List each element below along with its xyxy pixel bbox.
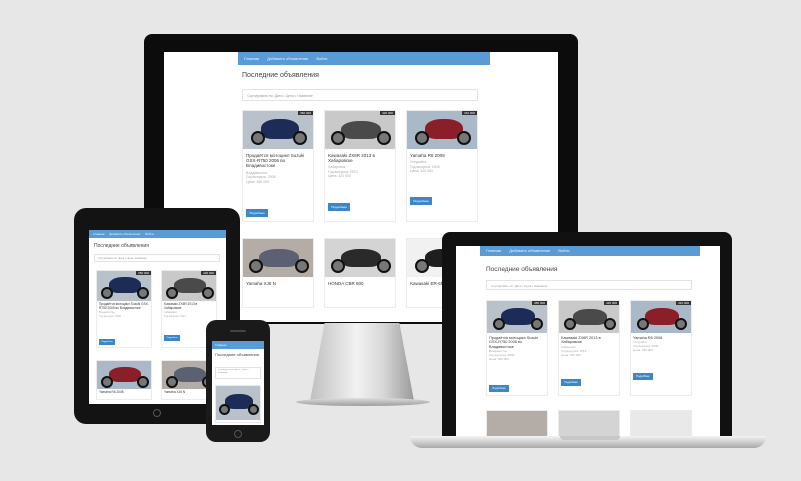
- listing-title[interactable]: Продаётся мотоцикл Suzuki GSX-R750 2006 …: [487, 333, 547, 350]
- phone-home-button[interactable]: [234, 430, 242, 438]
- listing-card[interactable]: 350 000 Продаётся мотоцикл Suzuki GSX-R7…: [242, 110, 314, 222]
- details-button[interactable]: Подробнее: [489, 385, 509, 392]
- listing-title[interactable]: Kawasaki ZX6R 2013 в Хабаровске: [162, 301, 216, 311]
- sort-filter[interactable]: Сортировать по: Дата • Цена • Название: [486, 280, 692, 290]
- listing-card[interactable]: [215, 385, 261, 423]
- nav-login[interactable]: Войти: [145, 232, 153, 236]
- nav-add-listing[interactable]: Добавить объявление: [267, 56, 308, 61]
- listing-card[interactable]: 310 000 Yamaha R6 2008 Уссурийск Год вып…: [630, 300, 692, 396]
- phone-speaker: [230, 330, 246, 332]
- nav-home[interactable]: Главная: [215, 343, 226, 347]
- price-badge: 420 000: [604, 301, 619, 305]
- listing-photo: 310 000: [631, 301, 691, 333]
- price-badge: 310 000: [462, 111, 477, 115]
- listing-title[interactable]: Yamaha R6 2008: [97, 389, 151, 397]
- listing-card[interactable]: 310 000 Yamaha R6 2008 Уссурийск Год вып…: [406, 110, 478, 222]
- listing-card[interactable]: 350 000 Продаётся мотоцикл Suzuki GSX-R7…: [96, 270, 152, 348]
- listing-meta: Цена: 350 000: [246, 179, 270, 184]
- nav-add-listing[interactable]: Добавить объявление: [109, 232, 140, 236]
- listing-photo: 350 000: [97, 271, 151, 301]
- monitor-stand: [310, 323, 414, 401]
- listing-photo: [559, 411, 619, 436]
- listing-meta: Цена: 310 000: [633, 348, 653, 353]
- page-title: Последние объявления: [486, 266, 558, 273]
- price-badge: 350 000: [136, 271, 151, 275]
- nav-home[interactable]: Главная: [93, 232, 104, 236]
- listing-photo: 420 000: [162, 271, 216, 301]
- nav-home[interactable]: Главная: [244, 56, 259, 61]
- price-badge: 350 000: [532, 301, 547, 305]
- listing-meta: Год выпуска: 2013: [164, 314, 186, 318]
- price-badge: 350 000: [298, 111, 313, 115]
- listing-title[interactable]: Yamaha XJ6 N: [243, 277, 313, 290]
- site-nav: Главная Добавить объявление Войти: [480, 246, 700, 256]
- monitor-stand-base: [296, 398, 430, 406]
- details-button[interactable]: Подробнее: [164, 335, 180, 341]
- listing-photo: 350 000: [243, 111, 313, 149]
- listing-photo: [631, 411, 691, 436]
- details-button[interactable]: Подробнее: [410, 197, 432, 205]
- price-badge: 310 000: [676, 301, 691, 305]
- listing-card[interactable]: [558, 410, 620, 436]
- sort-filter[interactable]: Сортировать по: Дата • Цена • Название: [94, 254, 220, 262]
- details-button[interactable]: Подробнее: [328, 203, 350, 211]
- tablet-home-button[interactable]: [153, 409, 161, 417]
- listing-photo: [243, 239, 313, 277]
- site-nav: Главная: [212, 341, 264, 349]
- listing-card[interactable]: 350 000 Продаётся мотоцикл Suzuki GSX-R7…: [486, 300, 548, 396]
- listing-card[interactable]: 420 000 Kawasaki ZX6R 2013 в Хабаровске …: [558, 300, 620, 396]
- sort-filter[interactable]: Сортировать по: Дата • Цена • Название: [242, 89, 478, 101]
- listing-meta: Цена: 420 000: [328, 174, 352, 179]
- laptop-screen: Главная Добавить объявление Войти Послед…: [456, 246, 720, 436]
- nav-add-listing[interactable]: Добавить объявление: [509, 249, 550, 253]
- listing-title[interactable]: Kawasaki ZX6R 2013 в Хабаровске: [559, 333, 619, 346]
- listing-photo: 310 000: [407, 111, 477, 149]
- details-button[interactable]: Подробнее: [561, 379, 581, 386]
- listing-meta: Цена: 310 000: [410, 169, 434, 174]
- listing-photo: [487, 411, 547, 436]
- listing-meta: Год выпуска: 2006: [99, 314, 121, 318]
- listing-card[interactable]: HONDA CBR 600: [324, 238, 396, 308]
- phone-screen: Главная Последние объявления Сортировать…: [212, 341, 264, 425]
- page-title: Последние объявления: [215, 352, 259, 357]
- site-nav: Главная Добавить объявление Войти: [238, 52, 490, 65]
- sort-filter[interactable]: Сортировать по: Дата • Цена • Название: [215, 367, 261, 379]
- listing-card[interactable]: [486, 410, 548, 436]
- listing-title[interactable]: HONDA CBR 600: [325, 277, 395, 290]
- listing-photo: [97, 361, 151, 389]
- nav-login[interactable]: Войти: [316, 56, 327, 61]
- page-title: Последние объявления: [242, 72, 319, 79]
- details-button[interactable]: Подробнее: [99, 339, 115, 345]
- details-button[interactable]: Подробнее: [633, 373, 653, 380]
- listing-card[interactable]: Yamaha R6 2008: [96, 360, 152, 400]
- nav-login[interactable]: Войти: [558, 249, 569, 253]
- price-badge: 420 000: [380, 111, 395, 115]
- page-title: Последние объявления: [94, 243, 149, 249]
- listing-title[interactable]: Продаётся мотоцикл Suzuki GSX-R750 2006 …: [97, 301, 151, 311]
- laptop-notch: [560, 436, 620, 440]
- listing-card[interactable]: Yamaha XJ6 N: [242, 238, 314, 308]
- listing-photo: [216, 386, 260, 420]
- listing-photo: 350 000: [487, 301, 547, 333]
- listing-photo: 420 000: [559, 301, 619, 333]
- listing-title[interactable]: Продаётся мотоцикл Suzuki GSX-R750 2006 …: [243, 149, 313, 171]
- listing-title[interactable]: Yamaha R6 2008: [407, 149, 477, 160]
- listing-card[interactable]: 420 000 Kawasaki ZX6R 2013 в Хабаровске …: [324, 110, 396, 222]
- price-badge: 420 000: [201, 271, 216, 275]
- listing-meta: Цена: 350 000: [489, 356, 509, 361]
- details-button[interactable]: Подробнее: [246, 209, 268, 217]
- listing-photo: 420 000: [325, 111, 395, 149]
- nav-home[interactable]: Главная: [486, 249, 501, 253]
- listing-card[interactable]: [630, 410, 692, 436]
- listing-photo: [325, 239, 395, 277]
- listing-title[interactable]: Kawasaki ZX6R 2013 в Хабаровске: [325, 149, 395, 165]
- site-nav: Главная Добавить объявление Войти: [89, 230, 226, 238]
- listing-meta: Цена: 420 000: [561, 352, 581, 357]
